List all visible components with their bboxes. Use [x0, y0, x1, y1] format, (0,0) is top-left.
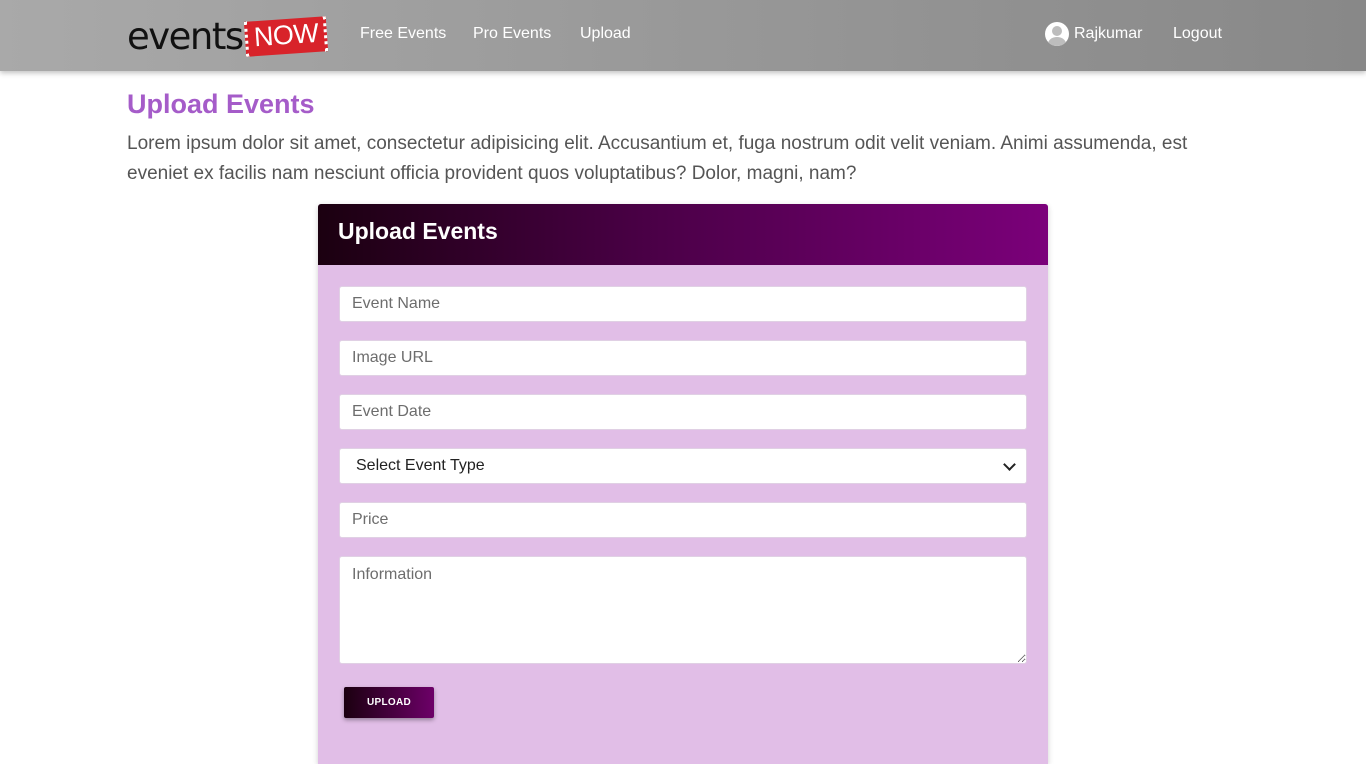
event-type-select[interactable]: Select Event Type — [339, 448, 1027, 484]
image-url-input[interactable] — [339, 340, 1027, 376]
information-textarea[interactable] — [339, 556, 1027, 664]
user-avatar-icon — [1045, 22, 1069, 46]
intro-paragraph: Lorem ipsum dolor sit amet, consectetur … — [127, 133, 1188, 184]
upload-events-card: Upload Events Select Event Type UPLOAD — [318, 204, 1048, 764]
navbar: events NOW Free Events Pro Events Upload… — [0, 0, 1366, 71]
card-header: Upload Events — [318, 204, 1048, 265]
logo-badge: NOW — [243, 15, 329, 57]
card-title: Upload Events — [338, 218, 498, 244]
event-date-input[interactable] — [339, 394, 1027, 430]
nav-link-upload[interactable]: Upload — [580, 24, 631, 44]
price-input[interactable] — [339, 502, 1027, 538]
logout-link[interactable]: Logout — [1173, 24, 1222, 44]
event-type-selected-value: Select Event Type — [356, 457, 485, 474]
page-title: Upload Events — [127, 89, 315, 119]
upload-button[interactable]: UPLOAD — [344, 687, 434, 718]
event-name-input[interactable] — [339, 286, 1027, 322]
nav-link-free-events[interactable]: Free Events — [360, 24, 446, 44]
logo-text: events — [127, 14, 244, 58]
chevron-down-icon — [1003, 457, 1016, 471]
user-name: Rajkumar — [1074, 25, 1143, 42]
user-profile-link[interactable]: Rajkumar — [1045, 22, 1142, 46]
events-now-logo[interactable]: events NOW — [127, 12, 329, 60]
nav-link-pro-events[interactable]: Pro Events — [473, 24, 551, 44]
